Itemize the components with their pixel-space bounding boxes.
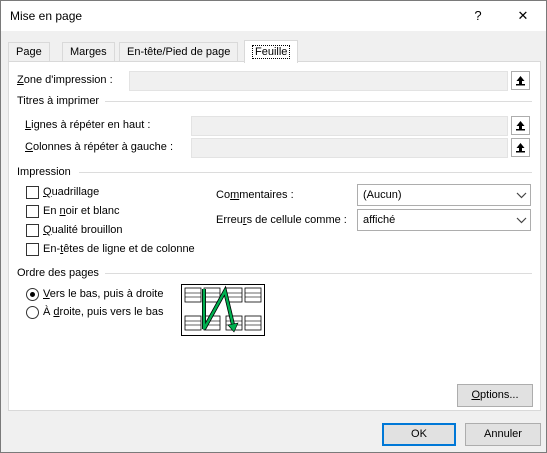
cell-errors-label: Erreurs de cellule comme : <box>216 214 347 226</box>
collapse-arrow-icon <box>516 143 525 153</box>
tab-page[interactable]: Page <box>8 42 50 62</box>
collapse-arrow-icon <box>516 121 525 131</box>
collapse-arrow-icon <box>516 76 525 86</box>
row-col-headings-label: En-têtes de ligne et de colonne <box>43 243 195 255</box>
comments-value: (Aucun) <box>363 189 402 201</box>
print-titles-heading: Titres à imprimer <box>17 95 100 107</box>
cols-left-collapse-button[interactable] <box>511 138 530 157</box>
comments-select[interactable]: (Aucun) <box>357 184 531 206</box>
draft-quality-checkbox[interactable] <box>26 224 39 237</box>
over-then-down-label: À droite, puis vers le bas <box>43 306 164 318</box>
tab-margins-label: Marges <box>70 46 107 58</box>
page-order-separator <box>105 273 532 274</box>
tab-sheet[interactable]: Feuille <box>244 40 299 63</box>
tab-header-footer-label: En-tête/Pied de page <box>127 46 231 58</box>
black-white-label: En noir et blanc <box>43 205 120 217</box>
dialog-title: Mise en page <box>10 9 83 23</box>
down-then-over-radio[interactable] <box>26 288 39 301</box>
rows-top-input[interactable] <box>191 116 508 136</box>
down-then-over-label: Vers le bas, puis à droite <box>43 288 164 300</box>
comments-label: Commentaires : <box>216 189 294 201</box>
rows-top-label: Lignes à répéter en haut : <box>25 119 151 131</box>
over-then-down-radio[interactable] <box>26 306 39 319</box>
help-button[interactable]: ? <box>456 1 500 31</box>
tab-header-footer[interactable]: En-tête/Pied de page <box>119 42 239 62</box>
print-separator <box>79 172 532 173</box>
page-order-heading: Ordre des pages <box>17 267 99 279</box>
chevron-down-icon <box>516 217 527 224</box>
rows-top-collapse-button[interactable] <box>511 116 530 135</box>
cols-left-label: Colonnes à répéter à gauche : <box>25 141 173 153</box>
cancel-button[interactable]: Annuler <box>465 423 541 446</box>
row-col-headings-checkbox[interactable] <box>26 243 39 256</box>
cell-errors-select[interactable]: affiché <box>357 209 531 231</box>
gridlines-label: Quadrillage <box>43 186 100 198</box>
tab-margins[interactable]: Marges <box>62 42 115 62</box>
sheet-panel <box>8 61 541 411</box>
draft-quality-label: Qualité brouillon <box>43 224 123 236</box>
close-button[interactable]: ✕ <box>501 1 545 31</box>
cols-left-input[interactable] <box>191 138 508 158</box>
gridlines-checkbox[interactable] <box>26 186 39 199</box>
cell-errors-value: affiché <box>363 214 396 226</box>
print-area-label: Zone d'impression : <box>17 74 113 86</box>
ok-button[interactable]: OK <box>382 423 456 446</box>
page-order-preview <box>181 284 265 336</box>
chevron-down-icon <box>516 192 527 199</box>
page-order-diagram-icon <box>184 285 262 333</box>
title-bar: Mise en page ? ✕ <box>1 1 546 31</box>
print-area-input[interactable] <box>129 71 508 91</box>
print-area-collapse-button[interactable] <box>511 71 530 90</box>
print-heading: Impression <box>17 166 71 178</box>
options-button[interactable]: Options... <box>457 384 533 407</box>
page-setup-dialog: Mise en page ? ✕ Page Marges En-tête/Pie… <box>0 0 547 453</box>
tab-page-label: Page <box>16 46 42 58</box>
tab-sheet-label: Feuille <box>252 45 291 59</box>
print-titles-separator <box>105 101 532 102</box>
black-white-checkbox[interactable] <box>26 205 39 218</box>
